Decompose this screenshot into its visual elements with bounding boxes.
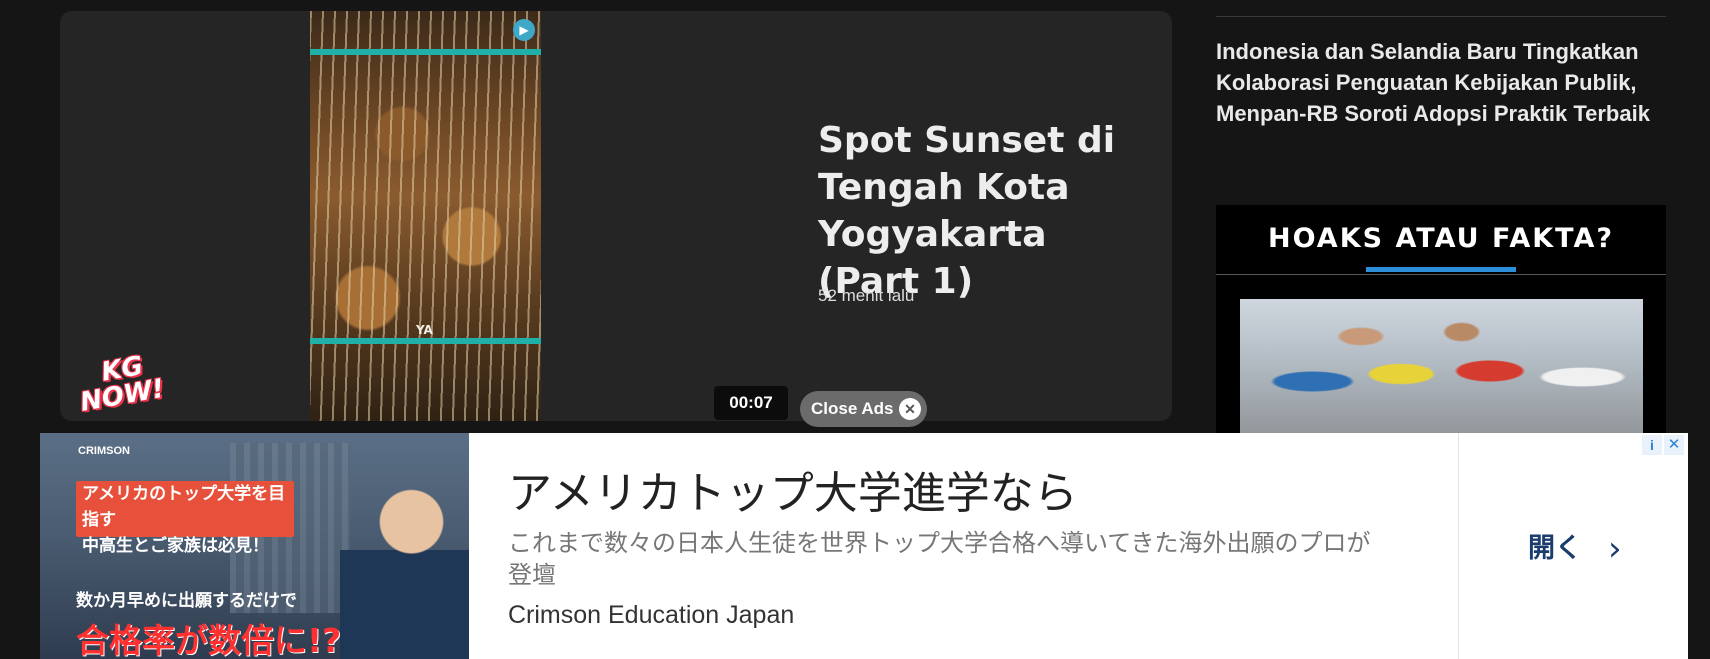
- thumbnail-watermark: YA: [416, 323, 433, 337]
- close-ads-label: Close Ads: [811, 399, 894, 418]
- kg-now-logo: KG NOW!: [78, 351, 167, 418]
- ad-open-button[interactable]: 開く ›: [1528, 526, 1622, 569]
- hoaks-atau-fakta-widget: HOAKS ATAU FAKTA?: [1216, 205, 1666, 449]
- section-title: HOAKS ATAU FAKTA?: [1267, 223, 1615, 254]
- ad-image-callout: アメリカのトップ大学を目指す 中高生とご家族は必見！: [76, 481, 294, 556]
- video-title[interactable]: Spot Sunset di Tengah Kota Yogyakarta (P…: [818, 117, 1158, 305]
- ad-image-headline: 合格率が数倍に!?: [76, 621, 342, 659]
- section-title-underline: [1366, 267, 1516, 272]
- ad-image-subtext: 数か月早めに出願するだけで: [76, 591, 297, 611]
- video-ad-card[interactable]: ▶ YA KG NOW! Spot Sunset di Tengah Kota …: [60, 11, 1172, 421]
- close-ads-button[interactable]: Close Ads ✕: [800, 391, 927, 427]
- thumbnail-detail: [310, 338, 541, 344]
- ad-image-person: [340, 483, 469, 659]
- ad-countdown-timer: 00:07: [714, 386, 788, 420]
- ad-close-icon[interactable]: ✕: [1664, 435, 1684, 455]
- video-thumbnail[interactable]: ▶ YA: [310, 11, 541, 421]
- sidebar-article-link[interactable]: Indonesia dan Selandia Baru Tingkatkan K…: [1216, 36, 1676, 129]
- close-icon[interactable]: ✕: [899, 398, 921, 420]
- hoaks-article-image[interactable]: [1240, 299, 1643, 449]
- ad-info-icon[interactable]: i: [1642, 435, 1662, 455]
- bottom-ad-banner[interactable]: CRIMSON アメリカのトップ大学を目指す 中高生とご家族は必見！ 数か月早め…: [40, 433, 1688, 659]
- sidebar-divider: [1216, 16, 1666, 17]
- ad-description[interactable]: これまで数々の日本人生徒を世界トップ大学合格へ導いてきた海外出願のプロが登壇: [508, 527, 1388, 591]
- section-divider: [1216, 274, 1666, 275]
- ad-headline[interactable]: アメリカトップ大学進学なら: [508, 457, 1078, 521]
- chevron-right-icon: ›: [1608, 529, 1622, 569]
- crimson-logo: CRIMSON: [78, 445, 130, 457]
- channel-icon: ▶: [513, 19, 535, 41]
- ad-advertiser[interactable]: Crimson Education Japan: [508, 601, 794, 630]
- video-timestamp: 52 menit lalu: [818, 286, 915, 305]
- ad-image[interactable]: CRIMSON アメリカのトップ大学を目指す 中高生とご家族は必見！ 数か月早め…: [40, 433, 469, 659]
- thumbnail-detail: [310, 49, 541, 55]
- ad-divider: [1458, 433, 1459, 659]
